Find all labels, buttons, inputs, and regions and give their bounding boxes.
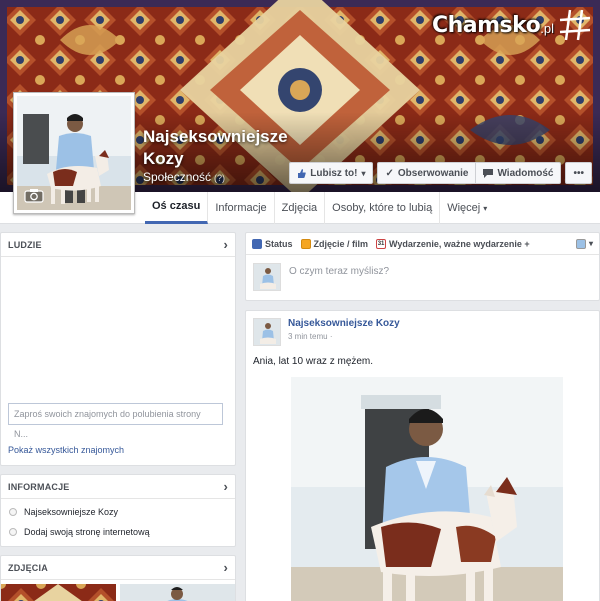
post-author-name[interactable]: Najseksowniejsze Kozy [288,318,400,329]
photos-title: ZDJĘCIA [8,562,48,573]
composer-tab-status-label: Status [265,238,293,249]
goat-thumbnail-image [119,584,235,601]
camera-icon[interactable] [24,188,44,203]
profile-picture[interactable] [13,92,135,214]
tab-about[interactable]: Informacje [208,192,275,224]
watermark-brand: Chamsko [431,12,541,38]
post-as-selector[interactable]: ▾ [575,238,593,249]
tab-more-label: Więcej [447,202,481,214]
info-list: Najseksowniejsze Kozy Dodaj swoją stronę… [1,499,235,546]
info-title: INFORMACJE [8,481,70,492]
photos-header[interactable]: ZDJĘCIA › [1,556,235,580]
avatar-icon [575,238,586,249]
composer-tab-event[interactable]: 31 Wydarzenie, ważne wydarzenie + [376,238,530,249]
people-body: Zaproś swoich znajomych do polubienia st… [1,257,235,439]
photos-card: ZDJĘCIA › [0,555,236,601]
post-timestamp[interactable]: 3 min temu · [288,332,400,341]
chevron-down-icon: ▾ [483,204,488,213]
post-composer: Status Zdjęcie / film 31 Wydarzenie, waż… [245,232,600,301]
like-page-button[interactable]: Lubisz to! ▾ [289,162,374,184]
cover-action-buttons: Lubisz to! ▾ ✓ Obserwowanie Wiadomość ••… [289,162,592,184]
follow-message-group: ✓ Obserwowanie Wiadomość [377,162,562,184]
message-bubble-icon [483,168,494,178]
watermark-suffix: .pl [540,20,554,36]
check-icon: ✓ [385,167,394,179]
info-item-website[interactable]: Dodaj swoją stronę internetową [1,522,235,542]
globe-icon: · [329,332,333,341]
composer-tab-event-label: Wydarzenie, ważne wydarzenie + [389,238,530,249]
info-item-name: Najseksowniejsze Kozy [1,502,235,522]
post-author-avatar[interactable] [253,318,281,346]
info-card: INFORMACJE › Najseksowniejsze Kozy Dodaj… [0,474,236,547]
more-options-button[interactable]: ••• [565,162,592,184]
follow-button[interactable]: ✓ Obserwowanie [377,162,477,184]
photo-icon [300,238,311,249]
info-bullet-icon [9,508,17,516]
info-header[interactable]: INFORMACJE › [1,475,235,499]
like-label: Lubisz to! [310,167,358,179]
chevron-right-icon[interactable]: › [223,479,228,494]
status-input[interactable]: O czym teraz myślisz? [289,266,389,277]
people-title: LUDZIE [8,239,42,250]
show-all-friends-link[interactable]: Pokaż wszystkich znajomych [1,437,235,465]
rug-thumbnail-image [1,584,116,601]
timeline-post: Najseksowniejsze Kozy 3 min temu · Ania,… [245,310,600,601]
pencil-icon [252,238,262,249]
message-label: Wiadomość [497,167,554,179]
composer-tab-status[interactable]: Status [252,238,293,249]
more-dots-icon: ••• [573,167,584,179]
tab-photos[interactable]: Zdjęcia [275,192,326,224]
post-meta: Najseksowniejsze Kozy 3 min temu · [288,318,400,346]
photo-thumb-goat[interactable] [119,584,236,601]
photos-grid [1,580,235,601]
chamsko-watermark: Chamsko .pl [432,8,592,42]
composer-tabs: Status Zdjęcie / film 31 Wydarzenie, waż… [246,233,599,255]
man-with-goat-photo [291,377,563,601]
composer-avatar [253,263,281,291]
follow-label: Obserwowanie [397,167,469,179]
avatar-image [254,319,280,345]
page-tabs: Oś czasu Informacje Zdjęcia Osoby, które… [145,192,494,224]
avatar-image [254,264,280,290]
category-help-link[interactable]: (?) [214,173,225,183]
post-message: Ania, lat 10 wraz z mężem. [253,356,374,367]
tab-timeline[interactable]: Oś czasu [145,192,209,224]
composer-tab-photo-label: Zdjęcie / film [313,238,369,249]
invite-friends-input[interactable]: Zaproś swoich znajomych do polubienia st… [8,403,223,439]
page-category: Społeczność (?) [143,170,225,184]
tab-more[interactable]: Więcej ▾ [440,192,494,224]
calendar-icon: 31 [376,238,387,249]
info-item-label: Najseksowniejsze Kozy [24,507,119,517]
tab-likes[interactable]: Osoby, które to lubią [325,192,441,224]
composer-body: O czym teraz myślisz? [246,255,599,299]
chevron-right-icon[interactable]: › [223,237,228,252]
left-sidebar: LUDZIE › Zaproś swoich znajomych do polu… [0,232,236,601]
chevron-down-icon: ▾ [588,239,593,248]
people-header[interactable]: LUDZIE › [1,233,235,257]
post-photo[interactable] [291,377,563,601]
facebook-page: Chamsko .pl Najseksowniejsze Kozy Społec… [0,0,600,601]
composer-tab-photo[interactable]: Zdjęcie / film [300,238,369,249]
post-header: Najseksowniejsze Kozy 3 min temu · [246,311,599,346]
timeline-column: Status Zdjęcie / film 31 Wydarzenie, waż… [245,232,600,601]
people-card: LUDZIE › Zaproś swoich znajomych do polu… [0,232,236,466]
hashtag-logo-icon [559,9,591,41]
page-category-label[interactable]: Społeczność [143,170,211,184]
chevron-down-icon: ▾ [361,168,366,178]
info-item-label[interactable]: Dodaj swoją stronę internetową [24,527,150,537]
photo-thumb-rug[interactable] [1,584,117,601]
chevron-right-icon[interactable]: › [223,560,228,575]
thumbs-up-icon [298,168,306,178]
message-button[interactable]: Wiadomość [476,162,562,184]
post-time-label: 3 min temu [288,332,328,341]
globe-icon [9,528,17,536]
